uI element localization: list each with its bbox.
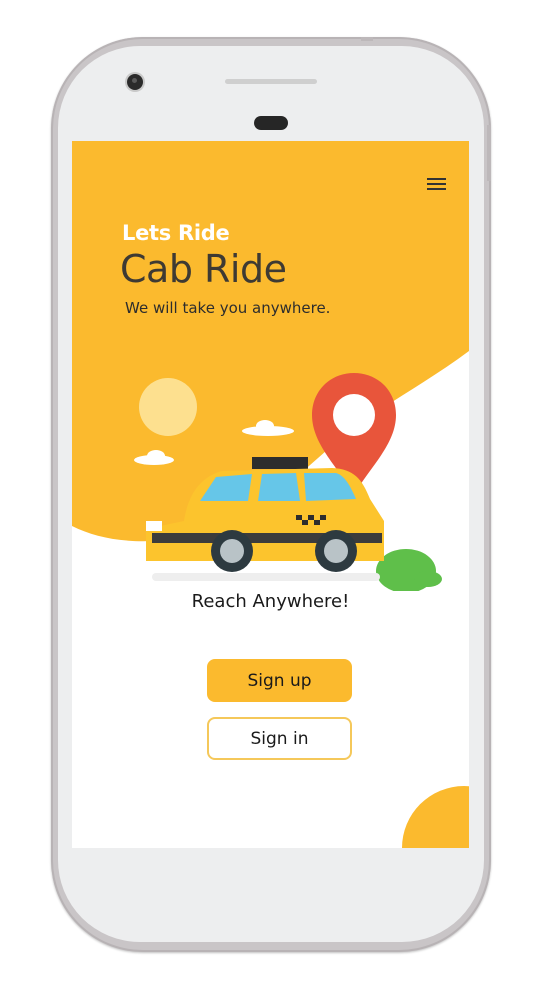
sign-in-button[interactable]: Sign in [207,717,352,760]
app-screen: Lets Ride Cab Ride We will take you anyw… [72,141,469,848]
front-camera [127,74,143,90]
sun-icon [139,378,197,436]
proximity-sensor [254,116,288,130]
app-tagline: We will take you anywhere. [125,299,331,317]
app-title: Cab Ride [120,247,287,291]
hamburger-menu-icon[interactable] [427,176,448,192]
cloud-icon [242,420,294,436]
bush-icon [376,549,442,591]
phone-top-button [361,37,373,41]
ground-shadow [152,573,380,581]
app-subtitle: Lets Ride [122,221,230,245]
sign-up-button[interactable]: Sign up [207,659,352,702]
reach-heading: Reach Anywhere! [191,591,350,612]
phone-side-button [487,125,491,181]
taxi-car-icon [146,457,384,572]
taxi-illustration [134,373,442,591]
cloud-icon [134,450,174,465]
corner-circle-shape [402,786,469,848]
earpiece-speaker [225,79,317,84]
